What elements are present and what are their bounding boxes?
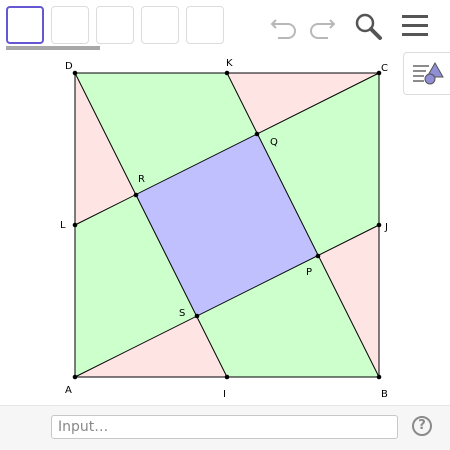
label-b: B	[381, 389, 388, 400]
redo-icon[interactable]	[306, 12, 336, 42]
point-i[interactable]	[224, 374, 230, 380]
point-r[interactable]	[133, 192, 139, 198]
selected-tool-indicator	[6, 46, 100, 50]
label-s: S	[179, 308, 185, 319]
label-r: R	[138, 174, 145, 185]
tool-button-2[interactable]	[51, 6, 89, 44]
label-l: L	[60, 220, 66, 231]
label-q: Q	[270, 137, 278, 148]
undo-icon[interactable]	[270, 12, 300, 42]
algebra-input[interactable]	[51, 415, 398, 439]
tool-button-4[interactable]	[141, 6, 179, 44]
label-j: J	[384, 222, 388, 233]
label-a: A	[65, 385, 72, 396]
toolbar	[0, 0, 450, 52]
label-i: I	[223, 389, 226, 400]
point-k[interactable]	[224, 70, 230, 76]
label-d: D	[65, 61, 73, 72]
point-q[interactable]	[254, 131, 260, 137]
search-icon[interactable]	[352, 10, 384, 42]
point-j[interactable]	[376, 222, 382, 228]
input-bar: ?	[0, 405, 450, 450]
help-icon[interactable]: ?	[412, 416, 432, 436]
tool-button-5[interactable]	[186, 6, 224, 44]
point-b[interactable]	[376, 374, 382, 380]
point-s[interactable]	[194, 313, 200, 319]
point-a[interactable]	[72, 374, 78, 380]
point-d[interactable]	[72, 70, 78, 76]
label-c: C	[381, 63, 388, 74]
point-p[interactable]	[315, 253, 321, 259]
tool-button-3[interactable]	[96, 6, 134, 44]
menu-icon[interactable]	[400, 12, 430, 40]
point-l[interactable]	[72, 222, 78, 228]
label-k: K	[226, 58, 233, 69]
graphics-view[interactable]: A B C D I J K L P Q R S	[0, 52, 450, 405]
label-p: P	[306, 267, 312, 278]
move-tool-button[interactable]	[6, 6, 44, 44]
